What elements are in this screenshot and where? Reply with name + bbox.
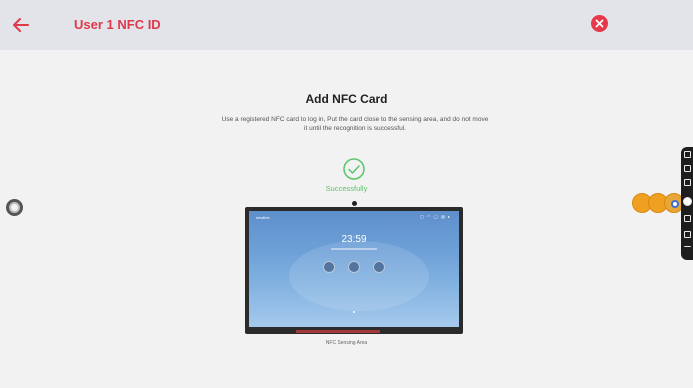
apps-icon[interactable] [684,231,691,238]
side-dock [681,147,693,260]
app-icon [373,261,385,273]
arrow-left-icon[interactable] [10,14,32,36]
nfc-caption: NFC Sensing Area [325,340,368,346]
page-title: User 1 NFC ID [74,17,161,32]
floating-menu-button[interactable] [6,199,23,216]
close-circle-icon[interactable] [591,15,608,32]
date-line [331,248,377,250]
instruction-text: Use a registered NFC card to log in, Put… [221,116,489,132]
status-icons: ▢ ◠ ◯ ▤ ▸ [420,214,451,219]
header-bar: User 1 NFC ID [0,0,693,50]
app-row [323,261,385,275]
brand-logo: newline [256,215,270,220]
camera-dot [352,201,357,206]
screen-icon[interactable] [684,151,691,158]
whiteboard-icon[interactable] [684,165,691,172]
app-icon [348,261,360,273]
page-indicator [353,311,355,313]
app-icon [323,261,335,273]
screen-clock: 23:59 [341,234,367,245]
display-screen: newline ▢ ◠ ◯ ▤ ▸ 23:59 [249,211,459,327]
nfc-sensing-area [296,330,380,333]
window-icon[interactable] [684,179,691,186]
arrow-icon[interactable] [684,246,691,250]
check-circle-icon [343,158,365,180]
status-text: Successfully [325,184,368,193]
back-icon[interactable] [684,215,691,222]
screen-glow [289,241,429,311]
home-icon[interactable] [683,197,692,206]
dialog-heading: Add NFC Card [305,92,388,106]
